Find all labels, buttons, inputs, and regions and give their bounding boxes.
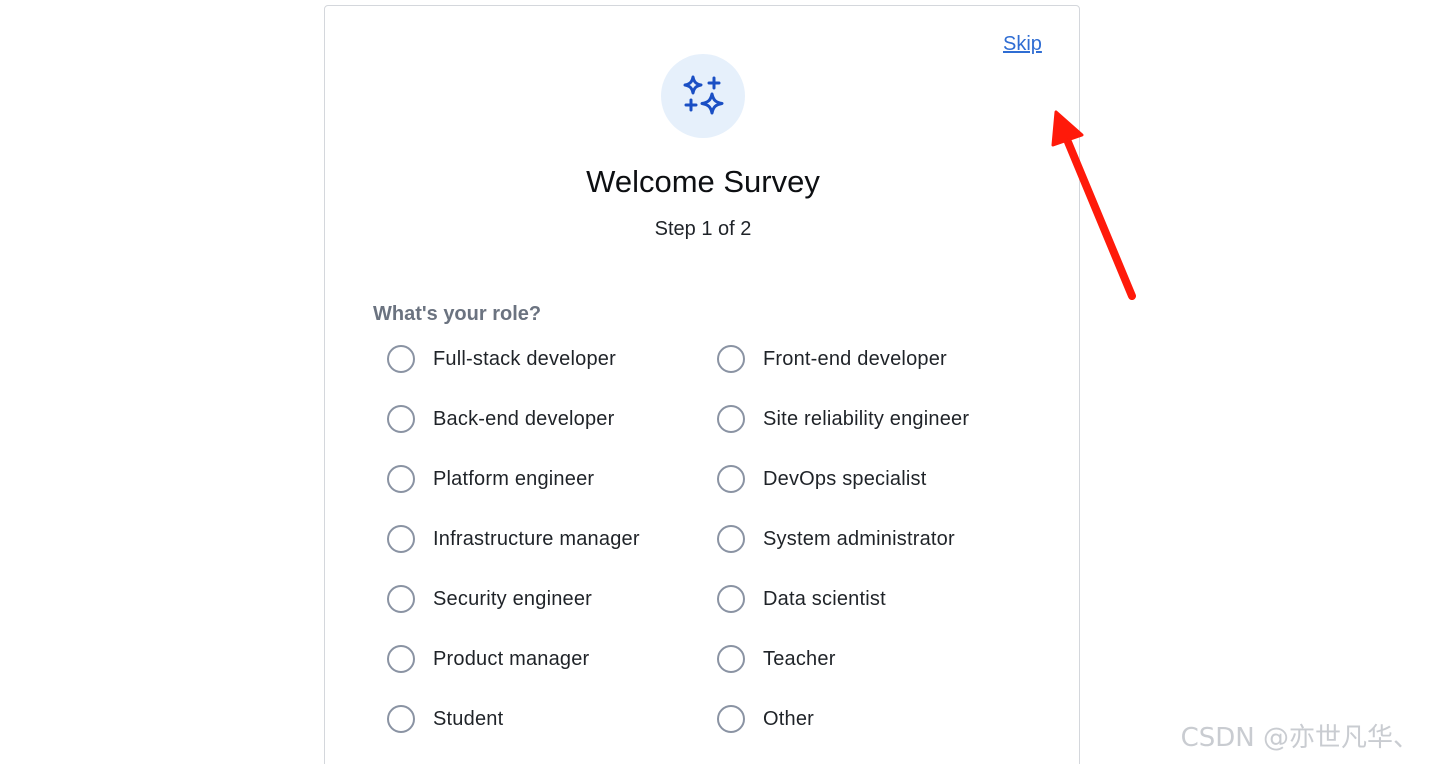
role-option-label: Product manager [433,647,590,670]
role-option-label: Platform engineer [433,467,595,490]
role-option-label: System administrator [763,527,955,550]
role-option-label: Student [433,707,504,730]
role-question-label: What's your role? [373,303,542,325]
radio-button[interactable] [717,645,745,673]
role-option-system-administrator[interactable]: System administrator [717,519,1047,559]
role-option-front-end-developer[interactable]: Front-end developer [717,339,1047,379]
radio-button[interactable] [387,585,415,613]
radio-button[interactable] [387,705,415,733]
radio-button[interactable] [387,405,415,433]
role-option-label: Front-end developer [763,347,947,370]
role-option-security-engineer[interactable]: Security engineer [387,579,717,619]
role-option-label: Security engineer [433,587,593,610]
radio-button[interactable] [717,405,745,433]
role-option-label: Teacher [763,647,836,670]
role-option-data-scientist[interactable]: Data scientist [717,579,1047,619]
role-option-label: Other [763,707,815,730]
role-option-label: Full-stack developer [433,347,616,370]
role-option-label: Data scientist [763,587,886,610]
role-option-label: Site reliability engineer [763,407,970,430]
role-option-student[interactable]: Student [387,699,717,739]
skip-link[interactable]: Skip [1003,33,1042,56]
arrow-annotation-icon [1051,110,1136,300]
role-option-label: Infrastructure manager [433,527,640,550]
role-option-other[interactable]: Other [717,699,1047,739]
radio-button[interactable] [717,705,745,733]
role-option-devops-specialist[interactable]: DevOps specialist [717,459,1047,499]
radio-button[interactable] [387,345,415,373]
radio-button[interactable] [717,525,745,553]
radio-button[interactable] [387,645,415,673]
role-option-site-reliability-engineer[interactable]: Site reliability engineer [717,399,1047,439]
watermark: CSDN @亦世凡华、 [1180,723,1419,753]
radio-button[interactable] [387,465,415,493]
survey-title: Welcome Survey [586,164,820,199]
radio-button[interactable] [717,585,745,613]
role-option-product-manager[interactable]: Product manager [387,639,717,679]
role-options: Full-stack developer Front-end developer… [387,339,1047,759]
role-option-label: Back-end developer [433,407,615,430]
sparkles-icon [661,54,745,138]
role-option-platform-engineer[interactable]: Platform engineer [387,459,717,499]
role-option-teacher[interactable]: Teacher [717,639,1047,679]
role-option-infrastructure-manager[interactable]: Infrastructure manager [387,519,717,559]
radio-button[interactable] [717,465,745,493]
role-option-label: DevOps specialist [763,467,927,490]
step-indicator: Step 1 of 2 [654,218,752,240]
role-option-back-end-developer[interactable]: Back-end developer [387,399,717,439]
radio-button[interactable] [387,525,415,553]
survey-card: Skip Welcome Survey Step 1 of 2 What's y… [324,5,1080,764]
role-option-full-stack-developer[interactable]: Full-stack developer [387,339,717,379]
radio-button[interactable] [717,345,745,373]
page: Skip Welcome Survey Step 1 of 2 What's y… [0,0,1441,764]
